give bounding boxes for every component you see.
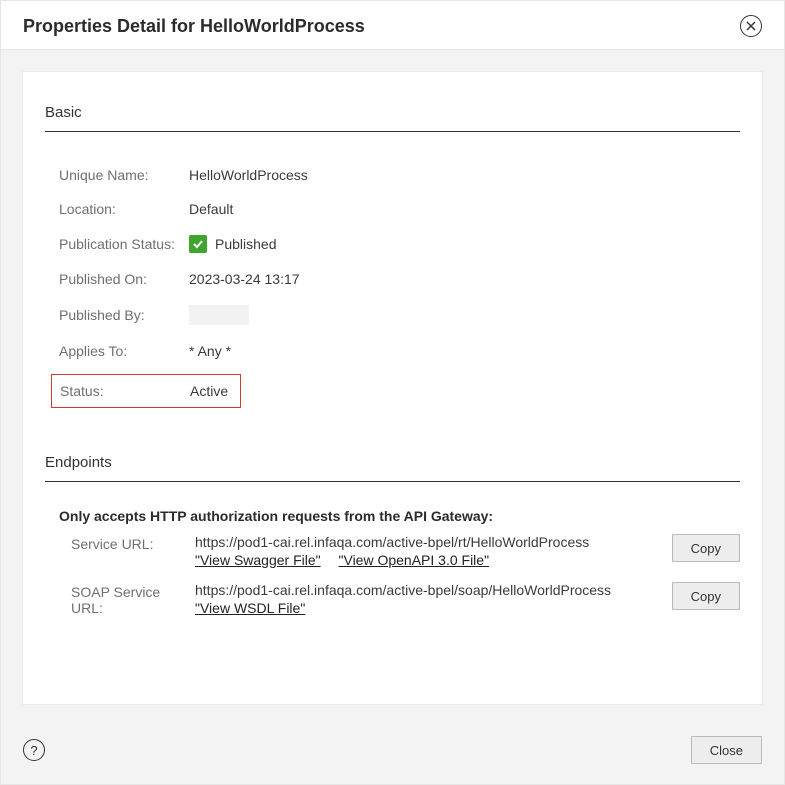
copy-service-url-button[interactable]: Copy [672, 534, 740, 562]
endpoints-note: Only accepts HTTP authorization requests… [59, 508, 740, 524]
dialog-header: Properties Detail for HelloWorldProcess [1, 1, 784, 50]
redacted-published-by [189, 305, 249, 325]
dialog-title: Properties Detail for HelloWorldProcess [23, 16, 365, 37]
service-url-links: "View Swagger File" "View OpenAPI 3.0 Fi… [195, 552, 662, 568]
row-publication-status: Publication Status: Published [45, 226, 740, 262]
label-service-url: Service URL: [71, 534, 195, 552]
value-service-url-block: https://pod1-cai.rel.infaqa.com/active-b… [195, 534, 672, 568]
label-status: Status: [60, 383, 190, 399]
label-published-by: Published By: [59, 307, 189, 323]
label-unique-name: Unique Name: [59, 167, 189, 183]
label-publication-status: Publication Status: [59, 236, 189, 252]
dialog-body: Basic Unique Name: HelloWorldProcess Loc… [1, 50, 784, 726]
help-glyph: ? [30, 743, 37, 758]
basic-section-title: Basic [45, 104, 740, 132]
content-panel: Basic Unique Name: HelloWorldProcess Loc… [23, 72, 762, 704]
link-view-wsdl[interactable]: "View WSDL File" [195, 600, 305, 616]
properties-dialog: Properties Detail for HelloWorldProcess … [0, 0, 785, 785]
row-applies-to: Applies To: * Any * [45, 334, 740, 368]
close-icon[interactable] [740, 15, 762, 37]
label-applies-to: Applies To: [59, 343, 189, 359]
label-location: Location: [59, 201, 189, 217]
link-view-swagger[interactable]: "View Swagger File" [195, 552, 321, 568]
value-location: Default [189, 201, 233, 217]
help-icon[interactable]: ? [23, 739, 45, 761]
value-soap-url: https://pod1-cai.rel.infaqa.com/active-b… [195, 582, 662, 598]
row-status-highlighted: Status: Active [51, 374, 241, 408]
dialog-footer: ? Close [1, 726, 784, 784]
soap-url-links: "View WSDL File" [195, 600, 662, 616]
label-soap-url: SOAP Service URL: [71, 582, 195, 616]
copy-soap-url-button[interactable]: Copy [672, 582, 740, 610]
value-publication-status: Published [189, 235, 277, 253]
value-published-by [189, 305, 249, 325]
label-published-on: Published On: [59, 271, 189, 287]
close-button[interactable]: Close [691, 736, 762, 764]
row-service-url: Service URL: https://pod1-cai.rel.infaqa… [45, 532, 740, 570]
row-published-on: Published On: 2023-03-24 13:17 [45, 262, 740, 296]
value-status: Active [190, 383, 228, 399]
row-published-by: Published By: [45, 296, 740, 334]
value-soap-url-block: https://pod1-cai.rel.infaqa.com/active-b… [195, 582, 672, 616]
value-applies-to: * Any * [189, 343, 231, 359]
link-view-openapi[interactable]: "View OpenAPI 3.0 File" [339, 552, 490, 568]
check-icon [189, 235, 207, 253]
value-published-on: 2023-03-24 13:17 [189, 271, 300, 287]
row-unique-name: Unique Name: HelloWorldProcess [45, 158, 740, 192]
publication-status-text: Published [215, 236, 277, 252]
row-location: Location: Default [45, 192, 740, 226]
value-service-url: https://pod1-cai.rel.infaqa.com/active-b… [195, 534, 662, 550]
row-soap-url: SOAP Service URL: https://pod1-cai.rel.i… [45, 580, 740, 618]
value-unique-name: HelloWorldProcess [189, 167, 308, 183]
endpoints-section: Endpoints Only accepts HTTP authorizatio… [45, 454, 740, 618]
endpoints-section-title: Endpoints [45, 454, 740, 482]
